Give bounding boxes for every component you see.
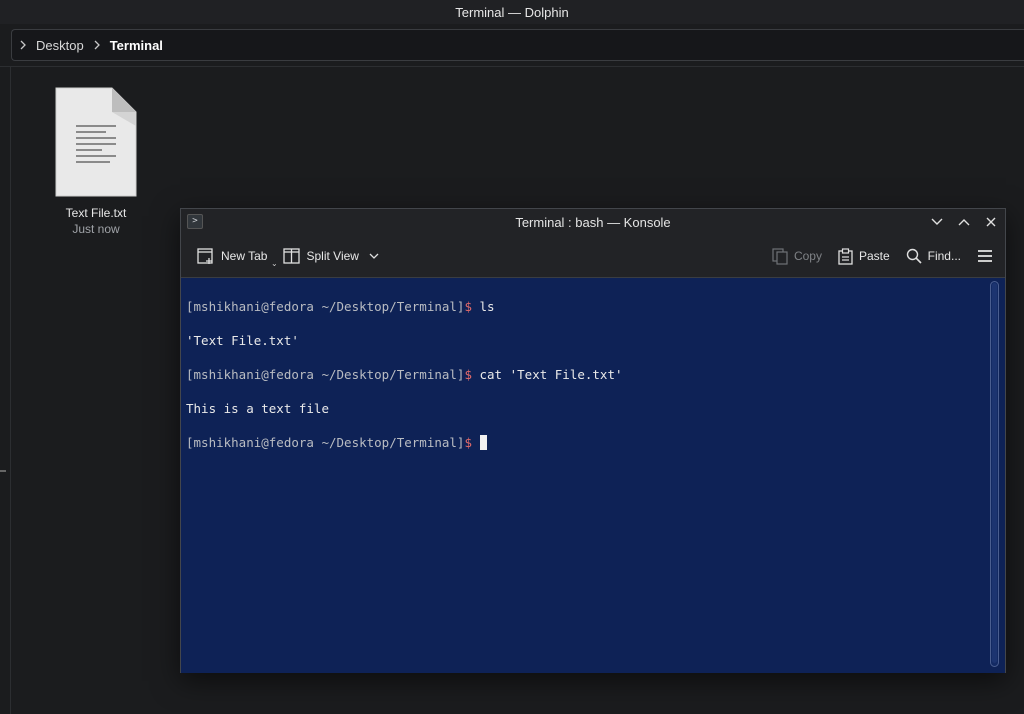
close-icon: [986, 217, 995, 226]
paste-icon: [838, 247, 853, 265]
new-tab-icon: [197, 247, 213, 264]
prompt-dollar: $: [464, 299, 472, 314]
terminal-command: cat 'Text File.txt': [471, 367, 623, 382]
close-button[interactable]: [982, 213, 999, 230]
find-label: Find...: [927, 249, 961, 263]
split-view-icon: [283, 248, 301, 264]
paste-label: Paste: [858, 249, 890, 263]
breadcrumb-desktop[interactable]: Desktop: [34, 38, 86, 53]
chevron-right-icon[interactable]: [12, 40, 34, 50]
search-icon: [906, 248, 922, 264]
split-view-label: Split View: [306, 249, 359, 263]
chevron-up-icon: [958, 218, 969, 225]
panel-resize-handle[interactable]: [0, 470, 6, 472]
prompt-dollar: $: [464, 435, 472, 450]
konsole-toolbar: New Tab ⌄ Split View Copy Paste Find...: [181, 235, 1005, 277]
terminal-scrollbar[interactable]: [990, 281, 999, 667]
konsole-window-title: Terminal : bash — Konsole: [515, 214, 671, 230]
chevron-right-icon[interactable]: [86, 40, 108, 50]
file-item[interactable]: Text File.txt Just now: [50, 86, 142, 236]
terminal-line: [mshikhani@fedora ~/Desktop/Terminal]$ c…: [186, 366, 623, 383]
scrollbar-thumb[interactable]: [992, 283, 997, 663]
minimize-button[interactable]: [928, 213, 945, 230]
dolphin-title-bar: Terminal — Dolphin: [0, 0, 1024, 24]
breadcrumb[interactable]: Desktop Terminal: [11, 29, 1024, 61]
copy-button[interactable]: Copy: [766, 242, 828, 270]
konsole-title-bar[interactable]: > Terminal : bash — Konsole: [181, 209, 1005, 235]
split-view-button[interactable]: Split View: [277, 242, 384, 270]
terminal-line: 'Text File.txt': [186, 333, 299, 348]
terminal-command: ls: [471, 299, 495, 314]
terminal-line: This is a text file: [186, 401, 329, 416]
menu-icon: [978, 250, 992, 262]
konsole-window[interactable]: > Terminal : bash — Konsole New Tab ⌄ Sp…: [180, 208, 1006, 673]
terminal-line: [mshikhani@fedora ~/Desktop/Terminal]$ l…: [186, 298, 623, 315]
chevron-down-icon[interactable]: [369, 253, 379, 260]
hamburger-menu-button[interactable]: [971, 242, 999, 270]
text-file-icon: [54, 86, 138, 198]
sidebar-edge: [10, 67, 11, 714]
toolbar-divider: [0, 66, 1024, 67]
breadcrumb-terminal[interactable]: Terminal: [108, 38, 165, 53]
terminal-app-icon[interactable]: >: [187, 214, 203, 229]
maximize-button[interactable]: [955, 213, 972, 230]
paste-button[interactable]: Paste: [832, 242, 896, 270]
prompt-dollar: $: [464, 367, 472, 382]
dolphin-window-title: Terminal — Dolphin: [455, 4, 569, 20]
terminal-prompt: [mshikhani@fedora ~/Desktop/Terminal]: [186, 367, 465, 382]
copy-icon: [772, 247, 788, 265]
terminal-prompt: [mshikhani@fedora ~/Desktop/Terminal]: [186, 435, 465, 450]
file-name: Text File.txt: [65, 206, 127, 220]
copy-label: Copy: [793, 249, 822, 263]
terminal-cursor: [479, 435, 487, 450]
find-button[interactable]: Find...: [900, 242, 967, 270]
terminal-output[interactable]: [mshikhani@fedora ~/Desktop/Terminal]$ l…: [181, 277, 1005, 673]
new-tab-button[interactable]: New Tab ⌄: [191, 242, 278, 270]
terminal-line: [mshikhani@fedora ~/Desktop/Terminal]$: [186, 434, 623, 451]
window-controls: [928, 213, 999, 230]
terminal-prompt: [mshikhani@fedora ~/Desktop/Terminal]: [186, 299, 465, 314]
chevron-down-icon: [931, 218, 942, 225]
file-modified-time: Just now: [72, 222, 120, 236]
new-tab-label: New Tab: [221, 249, 268, 263]
